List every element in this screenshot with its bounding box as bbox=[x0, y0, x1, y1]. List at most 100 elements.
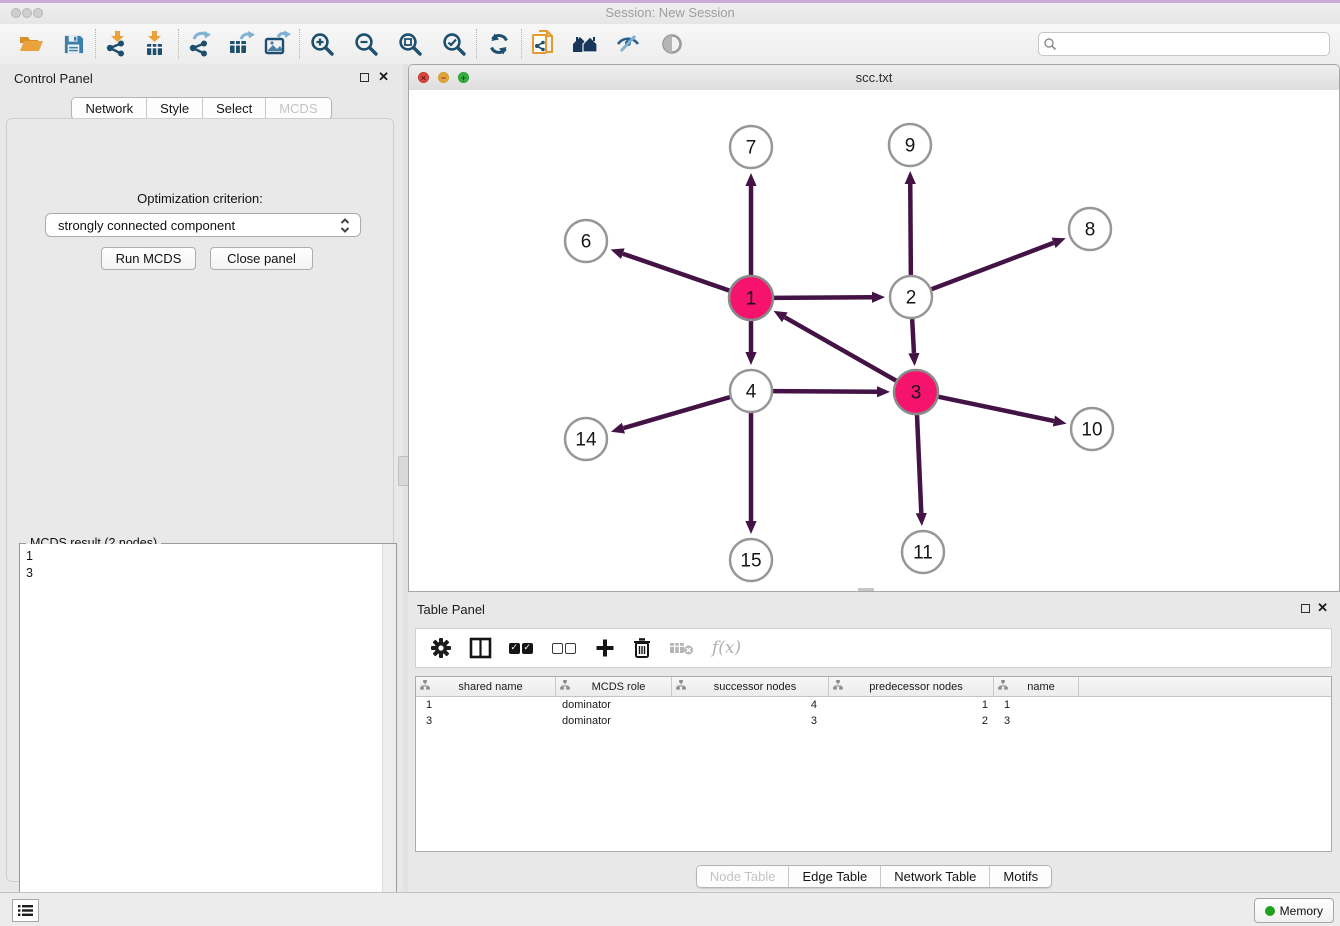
search-field[interactable] bbox=[1065, 36, 1329, 52]
open-session-icon[interactable] bbox=[16, 29, 46, 59]
table-cell[interactable]: 4 bbox=[672, 699, 829, 711]
control-panel-title: Control Panel bbox=[14, 71, 93, 86]
column-type-icon bbox=[676, 680, 686, 693]
chevron-up-down-icon bbox=[339, 217, 351, 237]
table-row[interactable]: 1dominator411 bbox=[416, 697, 1331, 713]
hide-eye-icon[interactable] bbox=[613, 29, 643, 59]
table-cell[interactable]: dominator bbox=[556, 715, 672, 727]
select-all-icon[interactable] bbox=[509, 643, 535, 654]
tab-node-table[interactable]: Node Table bbox=[697, 866, 789, 887]
zoom-out-icon[interactable] bbox=[351, 29, 381, 59]
column-header-MCDS-role[interactable]: MCDS role bbox=[556, 677, 672, 696]
toolbar-separator bbox=[299, 29, 300, 59]
result-line: 1 bbox=[26, 548, 383, 565]
delete-table-icon bbox=[669, 639, 695, 657]
search-input[interactable] bbox=[1038, 32, 1330, 56]
graph-node-label: 6 bbox=[581, 232, 592, 253]
zoom-fit-icon[interactable] bbox=[395, 29, 425, 59]
network-window-titlebar: × − + scc.txt bbox=[409, 65, 1339, 91]
network-canvas[interactable]: 7968124314101511 bbox=[409, 90, 1339, 591]
workspace: Control Panel ✕ NetworkStyleSelectMCDS O… bbox=[0, 64, 1340, 892]
tab-motifs[interactable]: Motifs bbox=[989, 866, 1051, 887]
edge-1-to-2[interactable] bbox=[773, 297, 872, 298]
import-table-icon[interactable] bbox=[141, 29, 171, 59]
run-mcds-button[interactable]: Run MCDS bbox=[101, 247, 196, 270]
edge-3-to-1[interactable] bbox=[785, 317, 897, 381]
memory-label: Memory bbox=[1280, 904, 1323, 918]
import-network-icon[interactable] bbox=[103, 29, 133, 59]
deselect-all-icon[interactable] bbox=[552, 643, 578, 654]
node-table[interactable]: shared nameMCDS rolesuccessor nodesprede… bbox=[415, 676, 1332, 852]
memory-button[interactable]: Memory bbox=[1254, 898, 1334, 923]
mcds-result-text[interactable]: 13 bbox=[20, 544, 383, 926]
export-image-icon[interactable] bbox=[262, 29, 292, 59]
task-history-button[interactable] bbox=[12, 899, 39, 922]
tab-mcds[interactable]: MCDS bbox=[265, 98, 330, 119]
toolbar-separator bbox=[178, 29, 179, 59]
edge-3-to-10[interactable] bbox=[938, 397, 1054, 421]
table-panel-title: Table Panel bbox=[417, 602, 485, 617]
refresh-icon[interactable] bbox=[484, 29, 514, 59]
column-type-icon bbox=[560, 680, 570, 693]
show-eye-icon[interactable] bbox=[657, 29, 687, 59]
table-cell[interactable]: 1 bbox=[994, 699, 1079, 711]
graph-node-label: 11 bbox=[913, 543, 933, 564]
edge-2-to-3[interactable] bbox=[912, 319, 914, 353]
column-header-successor-nodes[interactable]: successor nodes bbox=[672, 677, 829, 696]
column-type-icon bbox=[998, 680, 1008, 693]
edge-2-to-8[interactable] bbox=[932, 243, 1054, 289]
edge-4-to-14[interactable] bbox=[623, 397, 729, 428]
close-table-panel-icon[interactable]: ✕ bbox=[1317, 601, 1328, 615]
close-panel-icon[interactable]: ✕ bbox=[378, 70, 389, 84]
toolbar-separator bbox=[95, 29, 96, 59]
tab-select[interactable]: Select bbox=[202, 98, 265, 119]
float-panel-icon[interactable] bbox=[360, 73, 369, 82]
column-header-name[interactable]: name bbox=[994, 677, 1079, 696]
edge-1-to-6[interactable] bbox=[623, 254, 730, 291]
column-header-predecessor-nodes[interactable]: predecessor nodes bbox=[829, 677, 994, 696]
table-cell[interactable]: 3 bbox=[994, 715, 1079, 727]
edge-2-to-9[interactable] bbox=[910, 184, 911, 275]
edge-3-to-11[interactable] bbox=[917, 414, 921, 513]
graph-node-label: 1 bbox=[746, 289, 757, 310]
tab-style[interactable]: Style bbox=[146, 98, 202, 119]
criterion-dropdown[interactable]: strongly connected component bbox=[45, 213, 361, 237]
show-columns-icon[interactable] bbox=[469, 637, 492, 659]
save-session-icon[interactable] bbox=[58, 29, 88, 59]
mcds-panel-body: Optimization criterion: strongly connect… bbox=[6, 118, 394, 882]
tab-network-table[interactable]: Network Table bbox=[880, 866, 989, 887]
home-icon[interactable] bbox=[571, 29, 601, 59]
table-cell[interactable]: 2 bbox=[829, 715, 994, 727]
network-canvas-svg: 7968124314101511 bbox=[409, 90, 1339, 591]
tab-network[interactable]: Network bbox=[72, 98, 146, 119]
export-network-icon[interactable] bbox=[186, 29, 216, 59]
delete-column-trash-icon[interactable] bbox=[632, 637, 652, 659]
result-scrollbar[interactable] bbox=[382, 544, 396, 926]
zoom-selected-icon[interactable] bbox=[439, 29, 469, 59]
table-panel: Table Panel ✕ bbox=[408, 595, 1340, 892]
zoom-in-icon[interactable] bbox=[307, 29, 337, 59]
table-cell[interactable]: 1 bbox=[416, 699, 556, 711]
search-icon bbox=[1039, 29, 1061, 59]
table-cell[interactable]: 3 bbox=[672, 715, 829, 727]
control-panel: Control Panel ✕ NetworkStyleSelectMCDS O… bbox=[0, 64, 403, 892]
table-row[interactable]: 3dominator323 bbox=[416, 713, 1331, 729]
float-table-panel-icon[interactable] bbox=[1301, 604, 1310, 613]
table-cell[interactable]: 3 bbox=[416, 715, 556, 727]
table-cell[interactable]: dominator bbox=[556, 699, 672, 711]
control-panel-tabs: NetworkStyleSelectMCDS bbox=[0, 97, 403, 120]
clone-network-icon[interactable] bbox=[529, 29, 559, 59]
graph-node-label: 7 bbox=[746, 138, 757, 159]
close-panel-button[interactable]: Close panel bbox=[210, 247, 313, 270]
column-header-shared-name[interactable]: shared name bbox=[416, 677, 556, 696]
graph-node-label: 15 bbox=[740, 551, 761, 572]
export-table-icon[interactable] bbox=[226, 29, 256, 59]
table-cell[interactable]: 1 bbox=[829, 699, 994, 711]
edge-4-to-3[interactable] bbox=[773, 391, 877, 392]
tab-edge-table[interactable]: Edge Table bbox=[788, 866, 880, 887]
network-resize-grip[interactable] bbox=[858, 588, 874, 591]
table-settings-gear-icon[interactable] bbox=[430, 637, 452, 659]
add-column-icon[interactable] bbox=[595, 638, 615, 658]
table-panel-header: Table Panel ✕ bbox=[408, 595, 1340, 621]
window-title: Session: New Session bbox=[0, 5, 1340, 20]
